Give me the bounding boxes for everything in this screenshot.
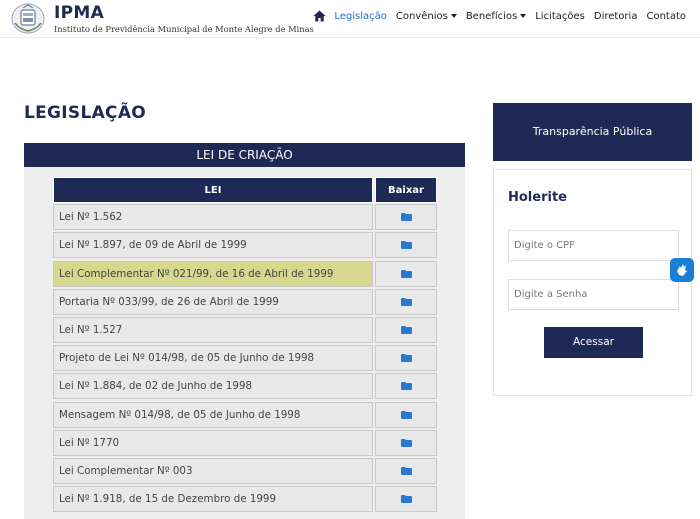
cpf-field[interactable] — [508, 230, 679, 261]
nav-contato-label: Contato — [646, 10, 686, 22]
holerite-title: Holerite — [508, 190, 567, 205]
folder-icon — [400, 495, 412, 504]
law-title-cell[interactable]: Portaria Nº 033/99, de 26 de Abril de 19… — [53, 288, 373, 315]
nav-convenios-label: Convênios — [395, 10, 448, 22]
download-button[interactable] — [375, 373, 437, 400]
nav-legislacao-label: Legislação — [334, 10, 387, 22]
folder-icon — [400, 438, 412, 447]
folder-icon — [400, 213, 412, 222]
download-button[interactable] — [375, 316, 437, 343]
site-subtitle: Instituto de Previdência Municipal de Mo… — [54, 24, 314, 34]
table-row: Mensagem Nº 014/98, de 05 de Junho de 19… — [53, 400, 437, 428]
law-title-cell[interactable]: Lei Complementar Nº 021/99, de 16 de Abr… — [53, 260, 373, 287]
column-header-baixar: Baixar — [375, 177, 437, 203]
folder-icon — [400, 241, 412, 250]
table-row: Lei Nº 1.527 — [53, 316, 437, 344]
chevron-down-icon — [520, 14, 527, 18]
nav-diretoria-label: Diretoria — [593, 10, 638, 22]
download-button[interactable] — [375, 345, 437, 372]
download-button[interactable] — [375, 401, 437, 428]
law-title-cell[interactable]: Lei Nº 1.897, de 09 de Abril de 1999 — [53, 232, 373, 259]
table-row: Lei Nº 1.562 — [53, 203, 437, 231]
nav-diretoria[interactable]: Diretoria — [594, 11, 638, 22]
law-title-cell[interactable]: Lei Nº 1.527 — [53, 316, 373, 343]
nav-beneficios-label: Benefícios — [465, 10, 518, 22]
download-button[interactable] — [375, 457, 437, 484]
site-header: IPMA Instituto de Previdência Municipal … — [0, 0, 700, 38]
folder-icon — [400, 382, 412, 391]
table-row: Projeto de Lei Nº 014/98, de 05 de Junho… — [53, 344, 437, 372]
section-heading: LEI DE CRIAÇÃO — [24, 143, 465, 167]
nav-licitacoes[interactable]: Licitações — [535, 11, 585, 22]
law-title-cell[interactable]: Mensagem Nº 014/98, de 05 de Junho de 19… — [53, 401, 373, 428]
column-header-lei: LEI — [53, 177, 373, 203]
law-title-cell[interactable]: Lei Complementar Nº 003 — [53, 457, 373, 484]
table-row: Lei Nº 1770 — [53, 429, 437, 457]
holerite-login-box: Holerite Acessar — [493, 169, 692, 396]
accessibility-button[interactable] — [670, 258, 694, 282]
folder-icon — [400, 269, 412, 278]
folder-icon — [400, 410, 412, 419]
nav-contato[interactable]: Contato — [646, 11, 686, 22]
nav-beneficios[interactable]: Benefícios — [465, 10, 527, 22]
acessar-button[interactable]: Acessar — [544, 327, 643, 358]
nav-licitacoes-label: Licitações — [535, 10, 585, 22]
table-row: Lei Nº 1.884, de 02 de Junho de 1998 — [53, 372, 437, 400]
sign-language-icon — [677, 264, 687, 276]
table-header: LEI Baixar — [53, 177, 437, 203]
lei-de-criacao-panel: LEI DE CRIAÇÃO LEI Baixar Lei Nº 1.562 Le… — [24, 143, 465, 519]
municipal-emblem-icon[interactable] — [11, 3, 45, 34]
nav-legislacao[interactable]: Legislação — [334, 11, 387, 22]
table-row: Lei Nº 1.897, de 09 de Abril de 1999 — [53, 231, 437, 259]
download-button[interactable] — [375, 232, 437, 259]
folder-icon — [400, 466, 412, 475]
download-button[interactable] — [375, 204, 437, 231]
senha-field[interactable] — [508, 279, 679, 310]
chevron-down-icon — [450, 14, 457, 18]
home-icon[interactable] — [313, 10, 326, 22]
folder-icon — [400, 297, 412, 306]
table-row: Lei Complementar Nº 003 — [53, 457, 437, 485]
download-button[interactable] — [375, 288, 437, 315]
nav-convenios[interactable]: Convênios — [396, 11, 457, 22]
law-title-cell[interactable]: Lei Nº 1770 — [53, 429, 373, 456]
site-title[interactable]: IPMA — [54, 3, 104, 23]
folder-icon — [400, 354, 412, 363]
table-body: Lei Nº 1.562 Lei Nº 1.897, de 09 de Abril… — [53, 203, 437, 513]
main-nav: Legislação Convênios Benefícios Licitaçõ… — [313, 10, 686, 22]
table-row: Portaria Nº 033/99, de 26 de Abril de 19… — [53, 288, 437, 316]
law-title-cell[interactable]: Lei Nº 1.918, de 15 de Dezembro de 1999 — [53, 486, 373, 513]
law-title-cell[interactable]: Lei Nº 1.562 — [53, 204, 373, 231]
folder-icon — [400, 325, 412, 334]
table-row: Lei Nº 1.918, de 15 de Dezembro de 1999 — [53, 485, 437, 513]
table-row: Lei Complementar Nº 021/99, de 16 de Abr… — [53, 259, 437, 287]
page-title: LEGISLAÇÃO — [24, 103, 147, 123]
law-title-cell[interactable]: Lei Nº 1.884, de 02 de Junho de 1998 — [53, 373, 373, 400]
download-button[interactable] — [375, 429, 437, 456]
transparencia-publica-button[interactable]: Transparência Pública — [493, 103, 692, 161]
download-button[interactable] — [375, 260, 437, 287]
download-button[interactable] — [375, 486, 437, 513]
laws-table: LEI Baixar Lei Nº 1.562 Lei Nº 1.897, de … — [53, 177, 437, 513]
law-title-cell[interactable]: Projeto de Lei Nº 014/98, de 05 de Junho… — [53, 345, 373, 372]
